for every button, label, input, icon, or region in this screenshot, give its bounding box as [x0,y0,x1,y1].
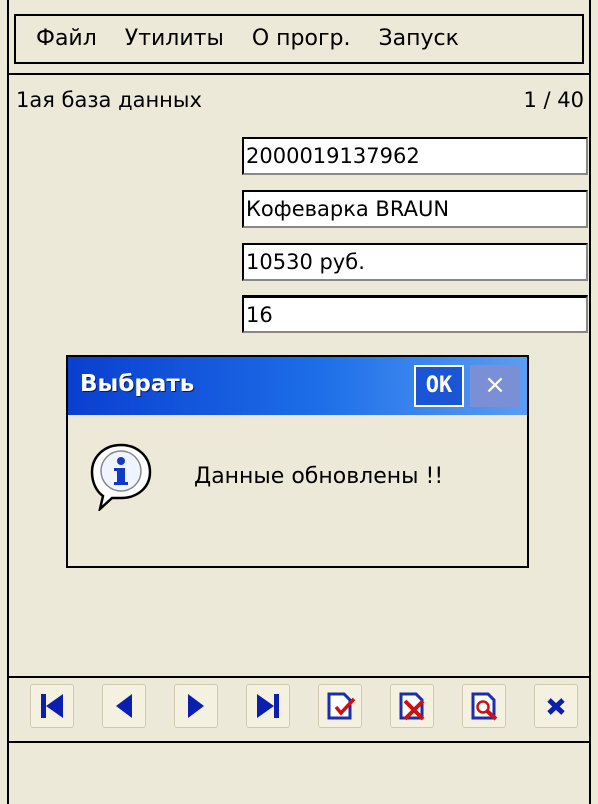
toolbar-divider-bottom [7,741,591,743]
quantity-field[interactable]: 16 [242,295,588,333]
menu-file[interactable]: Файл [16,16,111,62]
skip-last-icon [257,694,279,718]
barcode-field[interactable]: 2000019137962 [242,137,588,175]
last-record-button[interactable] [246,684,290,728]
search-record-button[interactable] [462,684,506,728]
triangle-right-icon [188,694,204,718]
menu-bar: Файл Утилиты О прогр. Запуск [14,14,584,64]
triangle-left-icon [116,694,132,718]
ok-button[interactable]: OK [414,365,464,407]
message-dialog: Выбрать OK × Данные обновлены !! [66,355,529,568]
next-record-button[interactable] [174,684,218,728]
document-x-icon [399,692,425,721]
dialog-title-bar: Выбрать OK × [68,357,527,415]
dialog-title: Выбрать [80,371,195,397]
document-search-icon [471,692,498,721]
menu-run[interactable]: Запуск [365,16,473,62]
menu-about[interactable]: О прогр. [238,16,365,62]
close-button[interactable] [534,684,578,728]
menu-utilities[interactable]: Утилиты [111,16,238,62]
navigation-toolbar [16,684,590,732]
price-field[interactable]: 10530 руб. [242,243,588,281]
close-x-icon [547,698,565,715]
database-name: 1ая база данных [16,88,202,112]
edit-record-button[interactable] [318,684,362,728]
menu-divider [7,73,591,75]
delete-record-button[interactable] [390,684,434,728]
dialog-message: Данные обновлены !! [194,464,444,489]
product-name-field[interactable]: Кофеварка BRAUN [242,190,588,228]
prev-record-button[interactable] [102,684,146,728]
skip-first-icon [41,694,63,718]
document-check-icon [327,692,356,720]
first-record-button[interactable] [30,684,74,728]
toolbar-divider-top [7,676,591,678]
info-icon [88,441,154,515]
dialog-close-button[interactable]: × [470,365,520,407]
record-counter: 1 / 40 [523,88,584,112]
